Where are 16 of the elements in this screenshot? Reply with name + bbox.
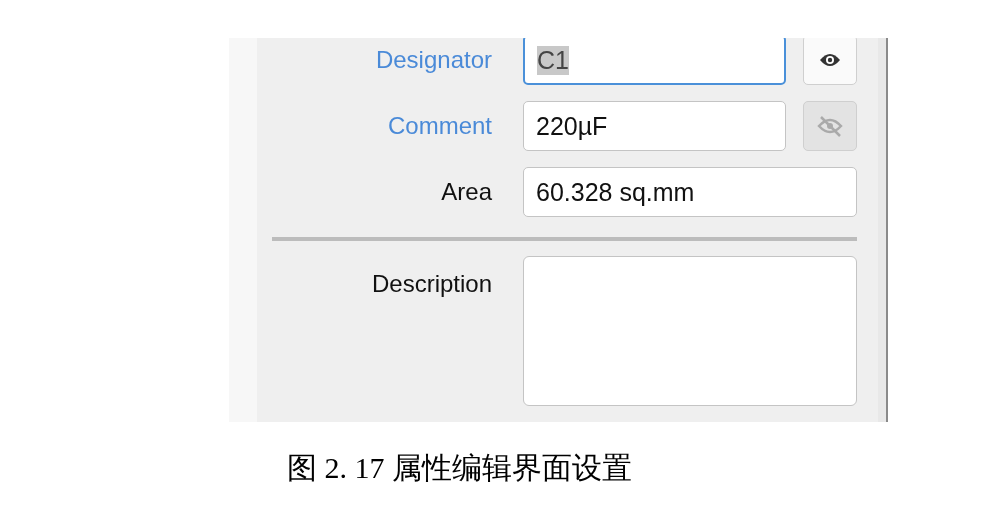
field-label: Area — [441, 178, 492, 206]
figure-caption: 图 2. 17 属性编辑界面设置 — [287, 450, 633, 486]
field-label: Designator — [375, 46, 492, 74]
field-value: C1 — [537, 45, 569, 75]
field-label: Comment — [387, 112, 492, 140]
field-label: Description — [370, 270, 492, 298]
text-field[interactable]: 220µF — [523, 101, 786, 151]
text-field[interactable]: C1 — [523, 38, 786, 85]
description-field[interactable] — [523, 256, 857, 406]
visibility-button[interactable] — [803, 38, 857, 85]
text-field[interactable]: 60.328 sq.mm — [523, 167, 857, 217]
field-value: 60.328 sq.mm — [536, 177, 695, 207]
hidden-button[interactable] — [803, 101, 857, 151]
field-value: 220µF — [536, 111, 608, 141]
eye-icon — [819, 52, 841, 68]
eye-slash-icon — [817, 114, 843, 138]
